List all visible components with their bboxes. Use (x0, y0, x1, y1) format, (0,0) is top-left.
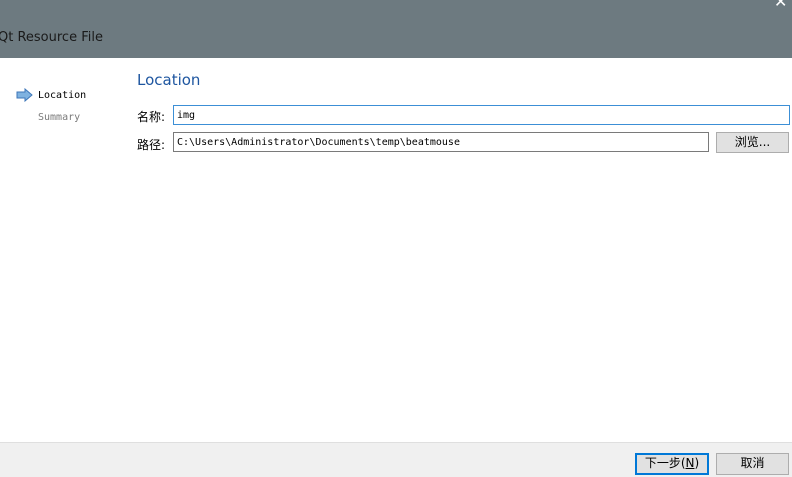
name-input[interactable] (173, 105, 790, 125)
step-location: Location (38, 90, 87, 101)
next-label-prefix: 下一步( (644, 456, 686, 470)
cancel-button[interactable]: 取消 (716, 453, 789, 475)
page-title: Location (137, 71, 201, 89)
close-icon[interactable]: ✕ (774, 0, 790, 10)
next-label-suffix: ) (694, 456, 700, 470)
title-bar[interactable]: Qt Resource File ✕ (0, 0, 792, 58)
button-bar: 下一步(N) 取消 (0, 442, 792, 477)
arrow-right-icon (16, 88, 33, 102)
name-label: 名称: (137, 110, 166, 124)
wizard-steps-sidebar: Location Summary (0, 58, 125, 442)
window-title: Qt Resource File (0, 30, 103, 45)
next-button[interactable]: 下一步(N) (635, 453, 709, 475)
browse-button[interactable]: 浏览... (716, 132, 789, 153)
step-summary: Summary (38, 112, 81, 123)
path-label: 路径: (137, 138, 166, 152)
path-input[interactable] (173, 132, 709, 152)
